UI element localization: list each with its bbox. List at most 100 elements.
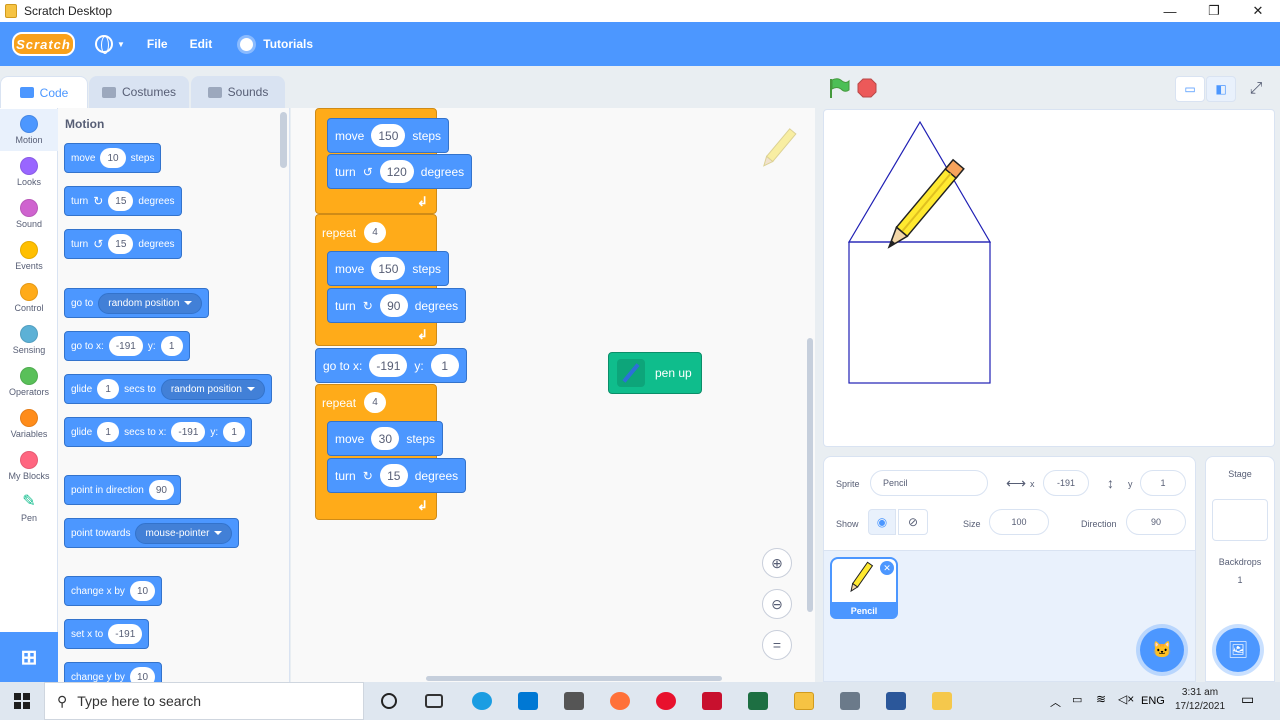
task-view-icon[interactable] bbox=[425, 694, 443, 708]
acrobat-icon[interactable] bbox=[702, 692, 722, 710]
edit-menu[interactable]: Edit bbox=[190, 37, 213, 51]
sprite-name-input[interactable]: Pencil bbox=[870, 470, 988, 496]
mail-icon[interactable] bbox=[518, 692, 538, 710]
scratch-logo[interactable]: Scratch bbox=[12, 32, 75, 56]
direction-input[interactable]: 90 bbox=[1126, 509, 1186, 535]
script-turn-left-block[interactable]: turn ↺ 120 degrees bbox=[327, 154, 473, 189]
block-turn-right[interactable]: turn ↻ 15 degrees bbox=[64, 186, 182, 216]
volume-icon[interactable]: ◁× bbox=[1118, 692, 1134, 706]
block-input[interactable]: 30 bbox=[371, 427, 400, 450]
x-input[interactable]: -191 bbox=[1043, 470, 1089, 496]
block-input[interactable]: -191 bbox=[108, 336, 143, 356]
script-turn-right-block[interactable]: turn ↻ 90 degrees bbox=[327, 288, 467, 323]
category-sound[interactable]: Sound bbox=[0, 193, 58, 235]
block-input[interactable]: -191 bbox=[171, 422, 206, 442]
block-input[interactable]: 15 bbox=[108, 191, 134, 211]
block-input[interactable]: 4 bbox=[364, 222, 387, 243]
stage-canvas[interactable] bbox=[823, 109, 1275, 447]
block-input[interactable]: 150 bbox=[371, 257, 406, 280]
restore-button[interactable]: ❐ bbox=[1192, 0, 1236, 22]
camera-icon[interactable] bbox=[564, 692, 584, 710]
small-stage-button[interactable]: ▭ bbox=[1175, 76, 1205, 102]
category-motion[interactable]: Motion bbox=[0, 109, 58, 151]
block-turn-left[interactable]: turn ↺ 15 degrees bbox=[64, 229, 182, 259]
excel-icon[interactable] bbox=[748, 692, 768, 710]
tab-sounds[interactable]: Sounds bbox=[191, 76, 285, 108]
fullscreen-button[interactable]: ⤢ bbox=[1241, 76, 1271, 102]
green-flag-icon[interactable] bbox=[828, 78, 850, 98]
palette-scrollbar[interactable] bbox=[280, 112, 287, 168]
block-change-y[interactable]: change y by 10 bbox=[64, 662, 163, 682]
show-visible-eye-icon[interactable]: ◉ bbox=[868, 509, 896, 535]
computer-icon[interactable] bbox=[840, 692, 860, 710]
block-input[interactable]: 120 bbox=[379, 160, 414, 183]
block-input[interactable]: 10 bbox=[129, 667, 156, 682]
code-workspace[interactable]: move 150 steps turn ↺ 120 degrees ↲ repeat 4 m… bbox=[291, 108, 815, 682]
cortana-icon[interactable] bbox=[381, 693, 397, 709]
category-pen[interactable]: ✎ Pen bbox=[0, 487, 58, 529]
block-change-x[interactable]: change x by 10 bbox=[64, 576, 163, 606]
block-input[interactable]: 15 bbox=[379, 464, 408, 487]
pen-up-block[interactable]: pen up bbox=[608, 352, 702, 394]
workspace-horizontal-scrollbar[interactable] bbox=[426, 676, 722, 681]
language-menu[interactable]: ▼ bbox=[95, 35, 125, 54]
notification-icon[interactable]: ▭ bbox=[1241, 691, 1254, 708]
y-input[interactable]: 1 bbox=[1140, 470, 1186, 496]
block-input[interactable]: 150 bbox=[371, 124, 406, 147]
block-input[interactable]: 90 bbox=[379, 294, 408, 317]
tab-code[interactable]: Code bbox=[0, 76, 88, 108]
size-input[interactable]: 100 bbox=[989, 509, 1049, 535]
block-glide-random[interactable]: glide 1 secs to random position bbox=[64, 374, 272, 404]
category-looks[interactable]: Looks bbox=[0, 151, 58, 193]
category-variables[interactable]: Variables bbox=[0, 403, 58, 445]
block-dropdown[interactable]: random position bbox=[160, 378, 265, 400]
block-input[interactable]: 90 bbox=[148, 480, 174, 500]
category-control[interactable]: Control bbox=[0, 277, 58, 319]
file-menu[interactable]: File bbox=[147, 37, 168, 51]
block-input[interactable]: 1 bbox=[160, 336, 183, 356]
large-stage-button[interactable]: ◧ bbox=[1206, 76, 1236, 102]
opera-icon[interactable] bbox=[656, 692, 676, 710]
tutorials-menu[interactable]: Tutorials bbox=[240, 37, 313, 51]
edge-icon[interactable] bbox=[472, 692, 492, 710]
block-dropdown[interactable]: mouse-pointer bbox=[135, 522, 233, 544]
zoom-in-button[interactable]: ⊕ bbox=[762, 548, 792, 578]
block-glide-xy[interactable]: glide 1 secs to x: -191 y: 1 bbox=[64, 417, 253, 447]
workspace-vertical-scrollbar[interactable] bbox=[807, 338, 813, 612]
block-input[interactable]: 10 bbox=[129, 581, 156, 601]
block-move-steps[interactable]: move 10 steps bbox=[64, 143, 162, 173]
word-icon[interactable] bbox=[886, 692, 906, 710]
category-sensing[interactable]: Sensing bbox=[0, 319, 58, 361]
stage-thumbnail[interactable] bbox=[1212, 499, 1268, 541]
file-explorer-icon[interactable] bbox=[932, 692, 952, 710]
script-go-to-xy-block[interactable]: go to x: -191 y: 1 bbox=[315, 348, 467, 383]
choose-backdrop-button[interactable]: 🖼 bbox=[1216, 628, 1260, 672]
block-point-towards[interactable]: point towards mouse-pointer bbox=[64, 518, 240, 548]
show-hidden-eye-icon[interactable]: ⊘ bbox=[898, 509, 928, 535]
minimize-button[interactable]: — bbox=[1148, 0, 1192, 22]
firefox-icon[interactable] bbox=[610, 692, 630, 710]
block-set-x[interactable]: set x to -191 bbox=[64, 619, 150, 649]
block-dropdown[interactable]: random position bbox=[98, 292, 203, 314]
category-events[interactable]: Events bbox=[0, 235, 58, 277]
delete-sprite-icon[interactable]: ✕ bbox=[880, 561, 894, 575]
stop-icon[interactable] bbox=[857, 78, 877, 98]
block-input[interactable]: -191 bbox=[369, 354, 408, 377]
block-input[interactable]: 1 bbox=[97, 379, 120, 399]
start-button[interactable] bbox=[0, 682, 44, 720]
scratch-taskbar-icon[interactable] bbox=[794, 692, 814, 710]
category-operators[interactable]: Operators bbox=[0, 361, 58, 403]
close-button[interactable]: ✕ bbox=[1236, 0, 1280, 22]
add-extension-button[interactable]: ⊞ bbox=[0, 632, 58, 682]
category-my-blocks[interactable]: My Blocks bbox=[0, 445, 58, 487]
block-input[interactable]: -191 bbox=[108, 624, 143, 644]
block-input[interactable]: 10 bbox=[100, 148, 126, 168]
block-go-to[interactable]: go to random position bbox=[64, 288, 210, 318]
zoom-out-button[interactable]: ⊖ bbox=[762, 589, 792, 619]
wifi-icon[interactable]: ≋ bbox=[1096, 692, 1106, 706]
taskbar-search[interactable]: ⚲ Type here to search bbox=[44, 682, 364, 720]
language-indicator[interactable]: ENG bbox=[1141, 695, 1165, 707]
script-move-block[interactable]: move 150 steps bbox=[327, 118, 450, 153]
script-move-block[interactable]: move 150 steps bbox=[327, 251, 450, 286]
block-input[interactable]: 15 bbox=[108, 234, 134, 254]
